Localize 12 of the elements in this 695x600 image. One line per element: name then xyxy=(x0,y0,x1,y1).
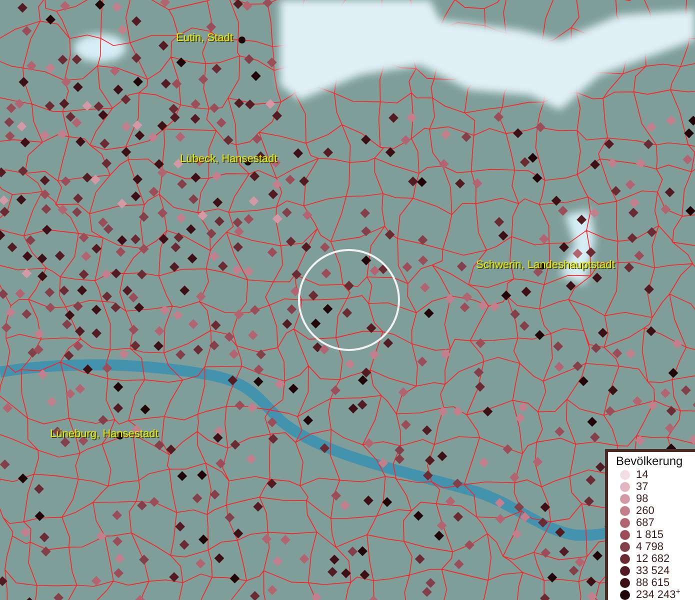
legend-label: 260 xyxy=(636,505,654,517)
legend-title: Bevölkerung xyxy=(616,454,684,468)
legend-label: 234 243$^{+}$ xyxy=(636,589,680,600)
legend-label: 88 615 xyxy=(636,577,670,589)
legend-label: 37 xyxy=(636,481,648,493)
legend-label: 98 xyxy=(636,493,648,505)
legend-label: 4 798 xyxy=(636,541,664,553)
legend-label: 1 815 xyxy=(636,529,664,541)
legend-label: 33 524 xyxy=(636,565,670,577)
legend-label: 14 xyxy=(636,469,648,481)
legend-label: 687 xyxy=(636,517,654,529)
legend-label: 12 682 xyxy=(636,553,670,565)
